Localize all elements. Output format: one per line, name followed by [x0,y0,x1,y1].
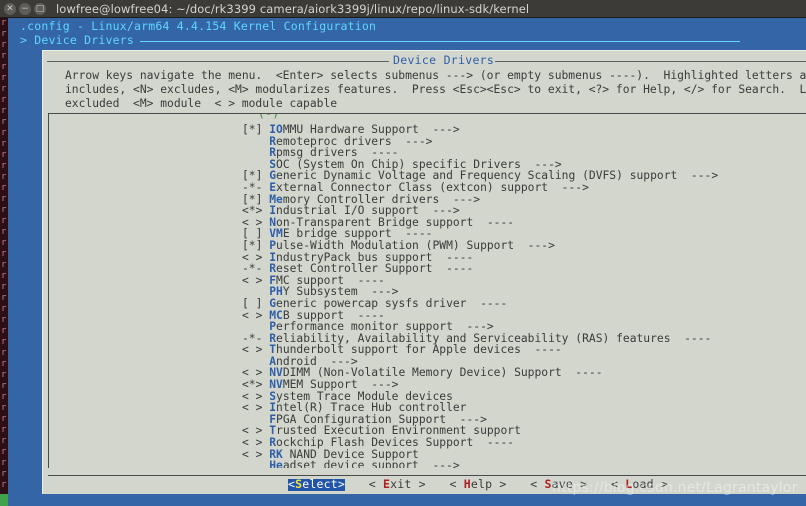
breadcrumb-text: > Device Drivers [20,33,134,47]
button-prefix: < [530,477,545,491]
button-elect[interactable]: <Select> [288,477,345,491]
button-label: xit > [390,477,426,491]
menuconfig-dialog: Device Drivers Arrow keys navigate the m… [42,50,806,495]
button-label: oad > [632,477,668,491]
help-text: Arrow keys navigate the menu. <Enter> se… [65,69,806,110]
menu-item-tag [242,459,269,468]
dialog-title-rule-left [47,61,389,62]
button-prefix: < [611,477,626,491]
menu-listbox[interactable]: ^(-) [*] IOMMU Hardware Support ---> Rem… [48,113,806,468]
background-window-sliver[interactable]: r r r r r r r r r r r r r r r r r r r r … [0,18,8,506]
scroll-up-indicator[interactable]: ^(-) [249,114,282,120]
button-bar: <Select> < Exit > < Help > < Save > < Load > [48,475,806,494]
menu-item-hotkey: He [269,459,283,468]
button-xit[interactable]: < Exit > [368,477,426,491]
menu-listbox-inner: ^(-) [*] IOMMU Hardware Support ---> Rem… [49,114,806,468]
bottom-strip [8,494,806,506]
window-title: lowfree@lowfree04: ~/doc/rk3399 camera/a… [56,1,530,16]
button-label: ave > [551,477,588,491]
maximize-icon[interactable]: □ [34,2,46,15]
breadcrumb-rule [139,41,740,43]
button-prefix: < [449,477,464,491]
button-hotkey: S [544,477,552,491]
menuconfig-root: .config - Linux/arm64 4.4.154 Kernel Con… [8,18,806,506]
bg-sliver-text: r r r r r r r r r r r r r r r r r r r r … [1,18,7,490]
button-ave[interactable]: < Save > [530,477,588,491]
button-oad[interactable]: < Load > [611,477,668,491]
dialog-title-rule-right [495,61,806,62]
menu-item[interactable]: Headset device support ---> [242,460,806,468]
button-label: elect> [302,477,345,491]
minimize-glyph: − [21,3,29,14]
maximize-glyph: □ [35,3,45,14]
config-header-title: .config - Linux/arm64 4.4.154 Kernel Con… [20,19,377,33]
minimize-icon[interactable]: − [19,2,31,15]
button-label: elp > [470,477,507,491]
button-elp[interactable]: < Help > [449,477,507,491]
screen-root: r r r r r r r r r r r r r r r r r r r r … [0,0,806,506]
button-hotkey: H [463,477,471,491]
button-prefix: < [368,477,383,491]
window-controls: ✕ − □ [0,2,46,15]
button-row: <Select> < Exit > < Help > < Save > < Load > [48,477,668,491]
menu-item-label: adset device support ---> [282,459,460,468]
background-window-sliver-bottom [0,494,8,506]
dialog-title: Device Drivers [393,53,495,67]
menu-rows: [*] IOMMU Hardware Support ---> Remotepr… [242,124,806,468]
terminal-titlebar: ✕ − □ lowfree@lowfree04: ~/doc/rk3399 ca… [0,0,806,18]
close-glyph: ✕ [6,3,14,14]
breadcrumb: > Device Drivers [20,33,740,47]
close-icon[interactable]: ✕ [4,2,16,15]
